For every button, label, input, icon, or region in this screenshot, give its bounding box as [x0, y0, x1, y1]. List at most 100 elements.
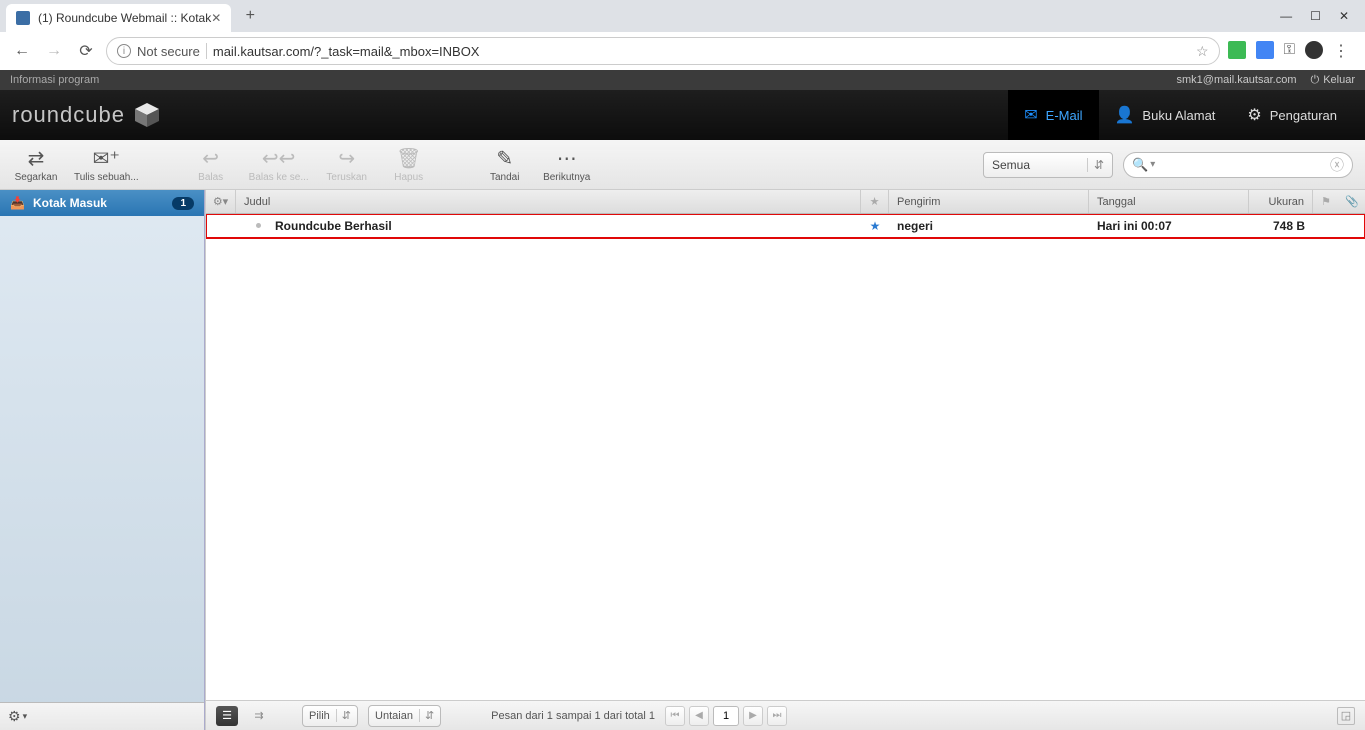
nav-contacts[interactable]: 👤 Buku Alamat [1099, 90, 1232, 140]
cube-icon [131, 99, 163, 131]
nav-settings[interactable]: ⚙ Pengaturan [1231, 90, 1353, 140]
maximize-icon[interactable]: ☐ [1310, 9, 1321, 23]
delete-button[interactable]: 🗑Hapus [385, 146, 433, 183]
filter-value: Semua [992, 158, 1030, 172]
caret-down-icon: ▾ [23, 711, 28, 722]
forward-label: Teruskan [326, 172, 367, 183]
more-icon: ⋯ [557, 146, 577, 170]
rc-header: roundcube ✉ E-Mail 👤 Buku Alamat ⚙ Penga… [0, 90, 1365, 140]
thread-view-button[interactable]: ⇉ [248, 706, 270, 726]
ext-idm-icon[interactable] [1228, 41, 1246, 59]
prev-page-button[interactable]: ◀ [689, 706, 709, 726]
bookmark-star-icon[interactable]: ☆ [1196, 43, 1209, 60]
more-button[interactable]: ⋯ Berikutnya [543, 146, 591, 183]
header-size[interactable]: Ukuran [1249, 190, 1313, 213]
current-user: smk1@mail.kautsar.com [1177, 74, 1297, 86]
reply-button[interactable]: ↩Balas [187, 146, 235, 183]
filter-select[interactable]: Semua ⇵ [983, 152, 1113, 178]
forward-button[interactable]: → [42, 39, 66, 63]
address-row: ← → ⟳ i Not secure mail.kautsar.com/?_ta… [0, 32, 1365, 70]
gear-icon: ⚙ [1247, 105, 1261, 125]
logo-text: roundcube [12, 102, 125, 128]
refresh-button[interactable]: ⇄Segarkan [12, 146, 60, 183]
compose-label: Tulis sebuah... [74, 172, 139, 183]
site-info-icon[interactable]: i [117, 44, 131, 58]
inbox-icon: 📥 [10, 196, 25, 210]
message-star[interactable]: ★ [861, 214, 889, 237]
sidebar-footer: ⚙ ▾ [0, 702, 204, 730]
minimize-icon[interactable]: — [1280, 9, 1292, 23]
back-button[interactable]: ← [10, 39, 34, 63]
mark-button[interactable]: ✎Tandai [481, 146, 529, 183]
message-list: ⚙▾ Judul ★ Pengirim Tanggal Ukuran ⚑ 📎 R… [205, 190, 1365, 730]
threads-menu[interactable]: Untaian⇵ [368, 705, 441, 727]
header-flag[interactable]: ⚑ [1313, 190, 1339, 213]
folder-inbox-label: Kotak Masuk [33, 196, 107, 210]
list-body: Roundcube Berhasil ★ negeri Hari ini 00:… [206, 214, 1365, 700]
refresh-label: Segarkan [15, 172, 58, 183]
logout-link[interactable]: ⏻ Keluar [1311, 74, 1356, 87]
header-subject-label: Judul [244, 196, 270, 208]
message-size: 748 B [1249, 214, 1313, 237]
column-options-button[interactable]: ⚙▾ [206, 190, 236, 213]
forward-icon: ↪ [338, 146, 355, 170]
url-bar[interactable]: i Not secure mail.kautsar.com/?_task=mai… [106, 37, 1220, 65]
search-caret-icon[interactable]: ▾ [1150, 159, 1155, 170]
unread-dot-icon [256, 223, 261, 228]
search-icon: 🔍 [1132, 157, 1148, 173]
browser-chrome: (1) Roundcube Webmail :: Kotak ✕ + — ☐ ✕… [0, 0, 1365, 70]
first-page-button[interactable]: ⏮ [665, 706, 685, 726]
search-input[interactable]: 🔍 ▾ ⓧ [1123, 152, 1353, 178]
info-program-link[interactable]: Informasi program [10, 74, 99, 86]
browser-tab[interactable]: (1) Roundcube Webmail :: Kotak ✕ [6, 4, 231, 32]
extensions: ⚿ ⋮ [1228, 41, 1355, 61]
compose-button[interactable]: ✉⁺ Tulis sebuah... [74, 146, 139, 183]
new-tab-button[interactable]: + [237, 3, 263, 29]
select-menu[interactable]: Pilih⇵ [302, 705, 358, 727]
message-date-text: Hari ini 00:07 [1097, 219, 1172, 233]
forward-button[interactable]: ↪ Teruskan [323, 146, 371, 183]
next-page-button[interactable]: ▶ [743, 706, 763, 726]
ext-translate-icon[interactable] [1256, 41, 1274, 59]
reply-icon: ↩ [202, 146, 219, 170]
expand-preview-button[interactable]: ◲ [1337, 707, 1355, 725]
message-row[interactable]: Roundcube Berhasil ★ negeri Hari ini 00:… [206, 214, 1365, 238]
folder-inbox[interactable]: 📥 Kotak Masuk 1 [0, 190, 204, 216]
divider [206, 43, 207, 59]
close-tab-icon[interactable]: ✕ [211, 11, 221, 25]
status-text: Pesan dari 1 sampai 1 dari total 1 [491, 710, 655, 722]
mail-toolbar: ⇄Segarkan ✉⁺ Tulis sebuah... ↩Balas ↩↩Bal… [0, 140, 1365, 190]
nav-email-label: E-Mail [1046, 108, 1083, 123]
message-subject-text: Roundcube Berhasil [275, 219, 392, 233]
header-date[interactable]: Tanggal [1089, 190, 1249, 213]
person-icon: 👤 [1115, 105, 1135, 125]
profile-avatar-icon[interactable] [1305, 41, 1323, 59]
key-icon[interactable]: ⚿ [1284, 41, 1295, 61]
header-star[interactable]: ★ [861, 190, 889, 213]
last-page-button[interactable]: ⏭ [767, 706, 787, 726]
logout-label: Keluar [1323, 74, 1355, 86]
menu-dots-icon[interactable]: ⋮ [1333, 41, 1349, 61]
list-header: ⚙▾ Judul ★ Pengirim Tanggal Ukuran ⚑ 📎 [206, 190, 1365, 214]
mail-icon: ✉ [1024, 105, 1037, 125]
main-nav: ✉ E-Mail 👤 Buku Alamat ⚙ Pengaturan [1008, 90, 1353, 140]
more-label: Berikutnya [543, 172, 590, 183]
rc-topbar: Informasi program smk1@mail.kautsar.com … [0, 70, 1365, 90]
reload-button[interactable]: ⟳ [74, 39, 98, 63]
reply-all-label: Balas ke se... [249, 172, 309, 183]
folder-settings-button[interactable]: ⚙ ▾ [8, 708, 27, 725]
clear-search-icon[interactable]: ⓧ [1330, 155, 1344, 175]
header-subject[interactable]: Judul [236, 190, 861, 213]
header-sender[interactable]: Pengirim [889, 190, 1089, 213]
reply-all-button[interactable]: ↩↩Balas ke se... [249, 146, 309, 183]
header-attachment[interactable]: 📎 [1339, 190, 1365, 213]
inbox-count-badge: 1 [172, 197, 194, 210]
message-date: Hari ini 00:07 [1089, 214, 1249, 237]
compose-icon: ✉⁺ [93, 146, 120, 170]
nav-email[interactable]: ✉ E-Mail [1008, 90, 1098, 140]
threads-label: Untaian [375, 710, 413, 722]
page-number-input[interactable] [713, 706, 739, 726]
close-window-icon[interactable]: ✕ [1339, 9, 1349, 23]
list-view-button[interactable]: ☰ [216, 706, 238, 726]
main-area: 📥 Kotak Masuk 1 ⚙ ▾ ⚙▾ Judul ★ Pengirim … [0, 190, 1365, 730]
